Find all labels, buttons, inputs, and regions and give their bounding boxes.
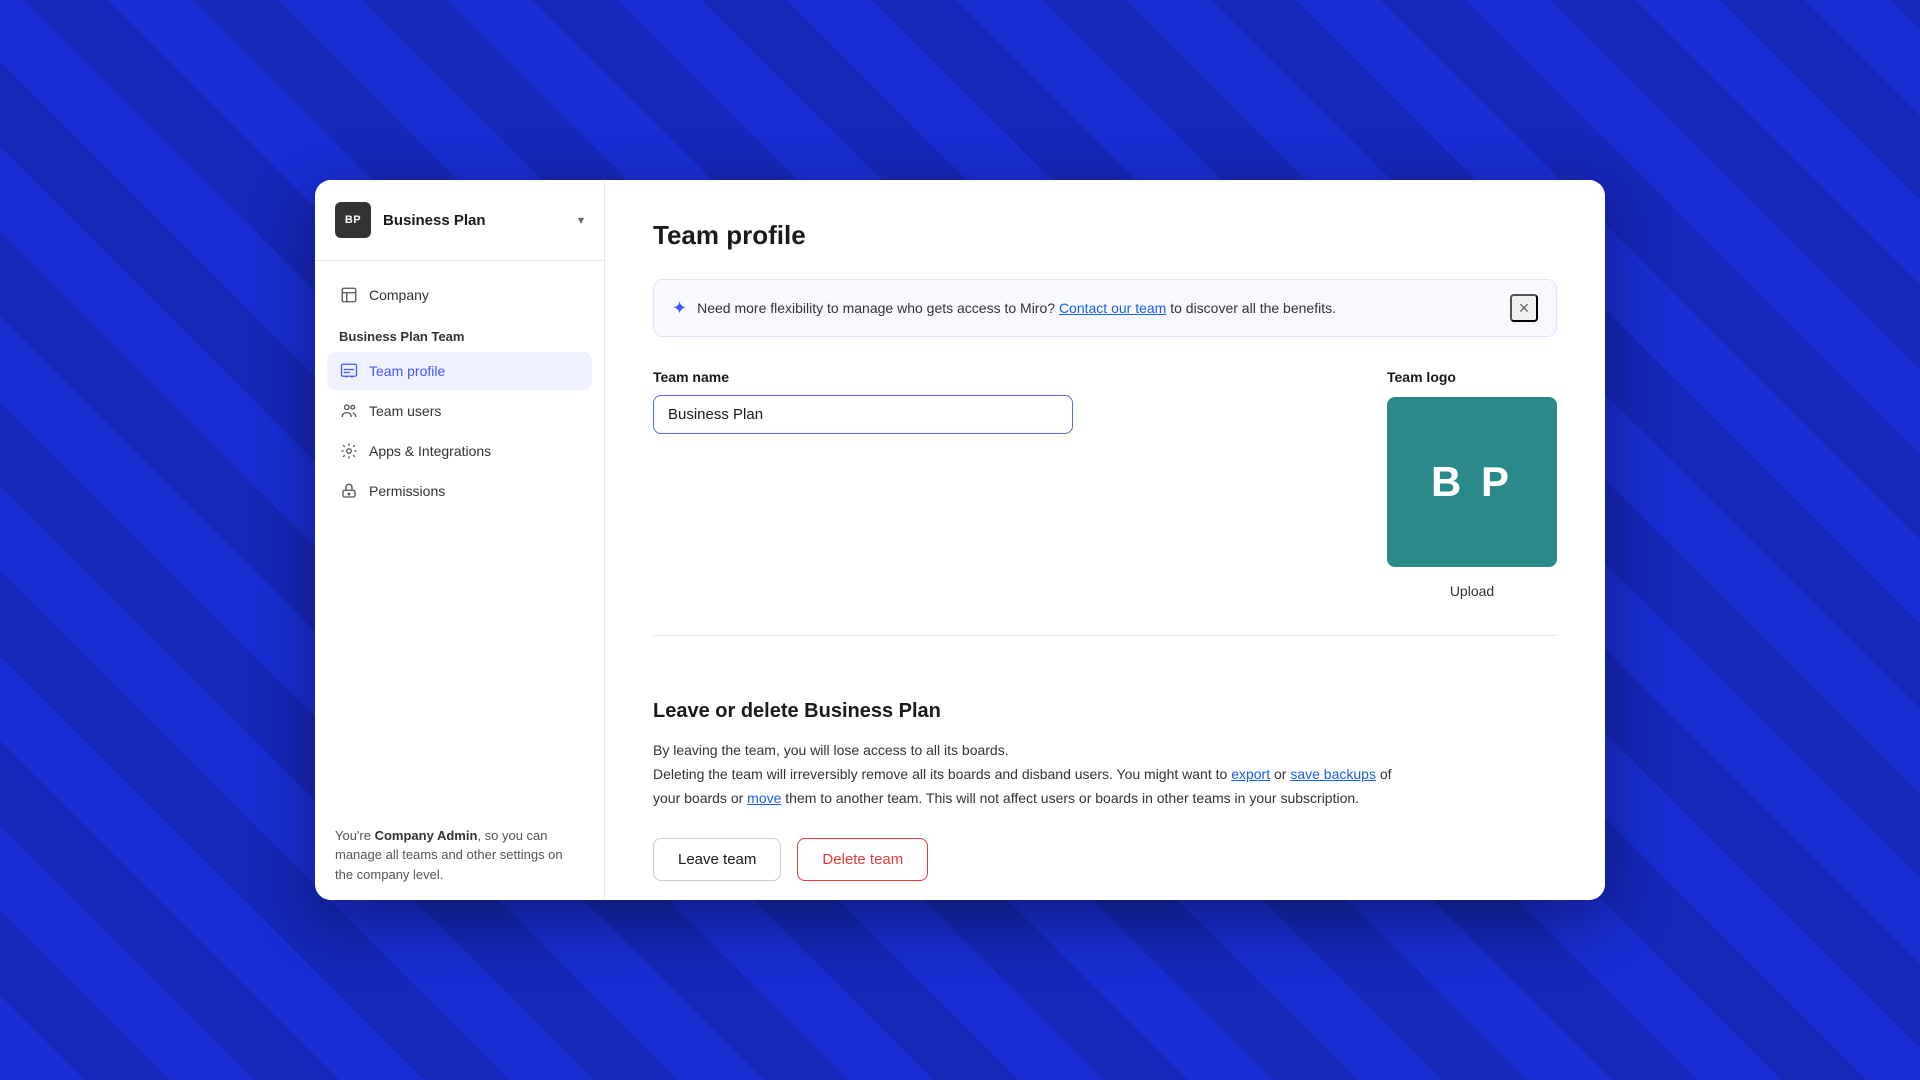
sidebar-section-title: Business Plan Team [327, 317, 592, 352]
sidebar-item-label-team-users: Team users [369, 403, 441, 419]
section-divider [653, 635, 1557, 636]
chevron-down-icon[interactable]: ▾ [578, 213, 584, 227]
sidebar-nav: Company Business Plan Team Team profile [315, 261, 604, 528]
team-logo-label: Team logo [1387, 369, 1456, 385]
leave-team-button[interactable]: Leave team [653, 838, 781, 881]
sidebar-item-team-profile[interactable]: Team profile [327, 352, 592, 390]
app-window: BP Business Plan ▾ Company Business Plan… [315, 180, 1605, 900]
team-name-left: Team name [653, 369, 1153, 434]
upload-button[interactable]: Upload [1442, 579, 1502, 603]
action-buttons: Leave team Delete team [653, 838, 1557, 881]
sidebar-item-label-apps: Apps & Integrations [369, 443, 491, 459]
danger-description: By leaving the team, you will lose acces… [653, 739, 1557, 810]
footer-prefix: You're [335, 828, 375, 843]
danger-section-title: Leave or delete Business Plan [653, 700, 1557, 723]
page-title: Team profile [653, 220, 1557, 251]
sidebar-footer: You're Company Admin, so you can manage … [315, 810, 604, 901]
team-name-label: Team name [653, 369, 1153, 385]
footer-bold: Company Admin [375, 828, 478, 843]
sidebar: BP Business Plan ▾ Company Business Plan… [315, 180, 605, 900]
banner-close-button[interactable]: × [1510, 294, 1538, 322]
export-link[interactable]: export [1231, 766, 1270, 782]
sidebar-item-apps-integrations[interactable]: Apps & Integrations [327, 432, 592, 470]
team-users-icon [339, 401, 359, 421]
permissions-icon [339, 481, 359, 501]
sidebar-item-label-team-profile: Team profile [369, 363, 445, 379]
team-logo-section: Team logo B P Upload [1387, 369, 1557, 603]
info-banner: ✦ Need more flexibility to manage who ge… [653, 279, 1557, 337]
company-icon [339, 285, 359, 305]
banner-text: Need more flexibility to manage who gets… [697, 300, 1500, 316]
sparkle-icon: ✦ [672, 298, 687, 319]
sidebar-team-name: Business Plan [383, 212, 566, 229]
sidebar-header[interactable]: BP Business Plan ▾ [315, 180, 604, 261]
team-avatar: BP [335, 202, 371, 238]
sidebar-item-company[interactable]: Company [327, 277, 592, 313]
company-label: Company [369, 287, 429, 303]
or-text: or [1274, 766, 1286, 782]
team-profile-icon [339, 361, 359, 381]
apps-icon [339, 441, 359, 461]
team-name-section: Team name Team logo B P Upload [653, 369, 1557, 603]
sidebar-item-label-permissions: Permissions [369, 483, 445, 499]
team-name-input[interactable] [653, 395, 1073, 434]
sidebar-item-team-users[interactable]: Team users [327, 392, 592, 430]
banner-contact-link[interactable]: Contact our team [1059, 300, 1166, 316]
delete-team-button[interactable]: Delete team [797, 838, 928, 881]
danger-section: Leave or delete Business Plan By leaving… [653, 668, 1557, 881]
save-backups-link[interactable]: save backups [1290, 766, 1376, 782]
team-logo-image: B P [1387, 397, 1557, 567]
move-link[interactable]: move [747, 790, 781, 806]
main-content: Team profile ✦ Need more flexibility to … [605, 180, 1605, 900]
sidebar-item-permissions[interactable]: Permissions [327, 472, 592, 510]
